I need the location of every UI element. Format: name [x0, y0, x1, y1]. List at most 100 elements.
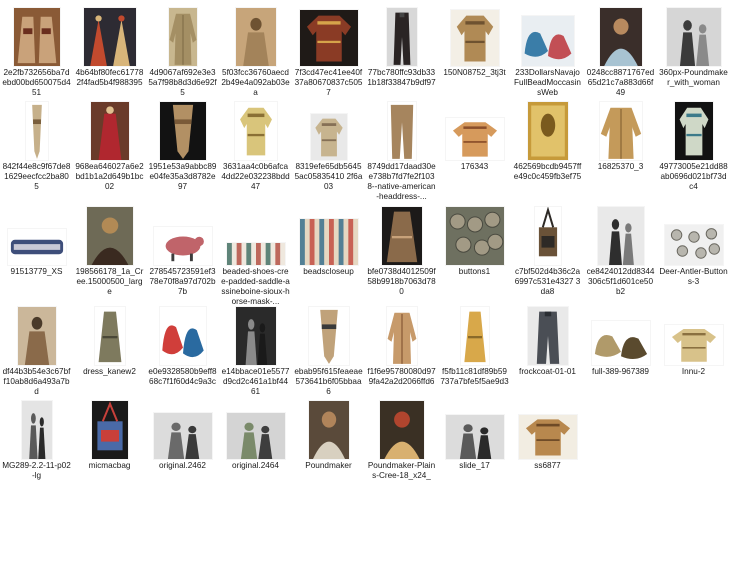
file-name-label: Poundmaker: [305, 461, 352, 470]
file-item[interactable]: Innu-2: [657, 303, 730, 408]
file-name-label: ss6877: [534, 461, 561, 470]
file-name-label: 3631aa4c0b6afca4dd22e032238bdd47: [221, 162, 290, 191]
thumbnail-frame: [365, 4, 438, 66]
file-item[interactable]: f1f6e95780080d979fa42a2d2066ffd6: [365, 303, 438, 408]
file-item[interactable]: 233DollarsNavajoFullBeadMoccasinsWeb: [511, 4, 584, 109]
portrait-image: [599, 8, 642, 66]
file-item[interactable]: ss6877: [511, 397, 584, 502]
file-item[interactable]: 7f3cd47ec41ee40f37a80670837c5057: [292, 4, 365, 109]
thumbnail-frame: [657, 303, 730, 365]
file-name-label: 842f44e8c9f67de81629eecfcc2ba805: [2, 162, 71, 191]
thumbnail-frame: [365, 98, 438, 160]
frockcoat-image: [386, 8, 417, 66]
file-item[interactable]: 8319efe65db56455ac05835410 2f6a03: [292, 98, 365, 203]
file-name-label: 968ea646027a6e2bd1b1a2d649b1bc02: [75, 162, 144, 191]
file-name-label: 176343: [460, 162, 489, 171]
file-item[interactable]: slide_17: [438, 397, 511, 502]
orange-jacket-image: [445, 118, 504, 160]
file-item[interactable]: original.2464: [219, 397, 292, 502]
thumbnail-frame: [146, 98, 219, 160]
thumbnail-frame: [146, 4, 219, 66]
thumbnail-frame: [292, 303, 365, 365]
file-item[interactable]: MG289-2.2-11-p02-lg: [0, 397, 73, 502]
file-name-label: original.2462: [159, 461, 206, 470]
knife-sheath-image: [25, 102, 48, 160]
file-item[interactable]: 77bc780ffc93db331b18f33847b9df97: [365, 4, 438, 109]
bw-portrait-image: [597, 207, 644, 265]
file-item[interactable]: e14bbace01e5577d9cd2c461a1bf4461: [219, 303, 292, 408]
file-item[interactable]: 150N08752_3tj3t: [438, 4, 511, 109]
file-item[interactable]: 968ea646027a6e2bd1b1a2d649b1bc02: [73, 98, 146, 203]
thumbnail-frame: [146, 203, 219, 265]
file-item[interactable]: 462569bcdb9457ffe49c0c459fb3ef75: [511, 98, 584, 203]
sepia-man-image: [17, 307, 56, 365]
file-item[interactable]: 16825370_3: [584, 98, 657, 203]
file-item[interactable]: frockcoat-01-01: [511, 303, 584, 408]
file-item[interactable]: buttons1: [438, 203, 511, 308]
thumbnail-frame: [73, 4, 146, 66]
thumbnail-frame: [73, 397, 146, 459]
file-item[interactable]: 1951e53a9abbc89e04fe35a3d8782e97: [146, 98, 219, 203]
file-name-label: c7bf502d4b36c2a6997c531e4327 3da8: [514, 267, 581, 296]
file-item[interactable]: Poundmaker-Plains-Cree-18_x24_: [365, 397, 438, 502]
file-item[interactable]: ebab95f615feaeae573641b6f05bbaa6: [292, 303, 365, 408]
thumbnail-frame: [73, 203, 146, 265]
file-item[interactable]: 8749dd17daad30ee738b7fd7fe2f1038--native…: [365, 98, 438, 203]
thumbnail-frame: [511, 303, 584, 365]
file-item[interactable]: Poundmaker: [292, 397, 365, 502]
file-name-label: 49773005e21dd88ab0696d021bf73dc4: [659, 162, 728, 191]
thumbnail-frame: [292, 397, 365, 459]
file-item[interactable]: 278545723591ef378e70f8a97d702b7b: [146, 203, 219, 308]
file-item[interactable]: 0248cc8871767ed65d21c7a883d66f49: [584, 4, 657, 109]
file-name-label: beadscloseup: [303, 267, 354, 276]
file-item[interactable]: micmacbag: [73, 397, 146, 502]
file-item[interactable]: 2e2fb732656ba7debd00bd650075d451: [0, 4, 73, 109]
file-item[interactable]: f5fb11c81df89b59737a7bfe5f5ae9d3: [438, 303, 511, 408]
dress-mannequin-image: [381, 207, 422, 265]
file-item[interactable]: 49773005e21dd88ab0696d021bf73dc4: [657, 98, 730, 203]
file-item[interactable]: 91513779_XS: [0, 203, 73, 308]
file-item[interactable]: beaded-shoes-cree-padded-saddle-assinebo…: [219, 203, 292, 308]
file-item[interactable]: 842f44e8c9f67de81629eecfcc2ba805: [0, 98, 73, 203]
thumbnail-frame: [584, 4, 657, 66]
dress-image: [94, 307, 125, 365]
thumbnail-frame: [584, 98, 657, 160]
thumbnail-frame: [511, 4, 584, 66]
file-name-label: 16825370_3: [597, 162, 644, 171]
thumbnail-frame: [146, 303, 219, 365]
painted-chief-image: [379, 401, 424, 459]
file-item[interactable]: dress_kanew2: [73, 303, 146, 408]
red-garment-image: [90, 102, 129, 160]
innu-coat-image: [664, 325, 723, 365]
file-name-label: 1951e53a9abbc89e04fe35a3d8782e97: [148, 162, 217, 191]
floral-shirt-image: [674, 102, 713, 160]
file-item[interactable]: e0e9328580b9eff868c7f1f60d4c9a3c: [146, 303, 219, 408]
thumbnail-frame: [219, 98, 292, 160]
thumbnail-frame: [292, 98, 365, 160]
file-item[interactable]: 360px-Poundmaker_with_woman: [657, 4, 730, 109]
file-name-label: micmacbag: [88, 461, 131, 470]
slide-photo-image: [445, 415, 504, 459]
buckskin-shirt-image: [234, 102, 277, 160]
thumbnail-frame: [219, 4, 292, 66]
thumbnail-frame: [292, 203, 365, 265]
file-item[interactable]: 176343: [438, 98, 511, 203]
file-item[interactable]: c7bf502d4b36c2a6997c531e4327 3da8: [511, 203, 584, 308]
file-item[interactable]: ce8424012dd8344306c5f1d601ce50b2: [584, 203, 657, 308]
file-item[interactable]: 5f03fcc36760aecd2b49e4a092ab03ea: [219, 4, 292, 109]
file-item[interactable]: 4b64bf80fec617782f4fad5b4f988395: [73, 4, 146, 109]
file-item[interactable]: 3631aa4c0b6afca4dd22e032238bdd47: [219, 98, 292, 203]
file-item[interactable]: bfe0738d4012509f58b9918b7063d780: [365, 203, 438, 308]
beaded-shirt-image: [299, 10, 358, 66]
file-item[interactable]: full-389-967389: [584, 303, 657, 408]
file-item[interactable]: df44b3b54e3c67bff10ab8d6a493a7bd: [0, 303, 73, 408]
file-item[interactable]: original.2462: [146, 397, 219, 502]
thumbnail-frame: [0, 98, 73, 160]
file-item[interactable]: 4d9067af692e3e35a7f98b8d3d6e92f5: [146, 4, 219, 109]
file-name-label: beaded-shoes-cree-padded-saddle-assinebo…: [221, 267, 290, 306]
file-item[interactable]: 198566178_1a_Cree.15000500_large: [73, 203, 146, 308]
file-item[interactable]: beadscloseup: [292, 203, 365, 308]
bw-crowd-image: [226, 413, 285, 459]
file-item[interactable]: Deer-Antler-Buttons-3: [657, 203, 730, 308]
dolls-image: [83, 8, 136, 66]
